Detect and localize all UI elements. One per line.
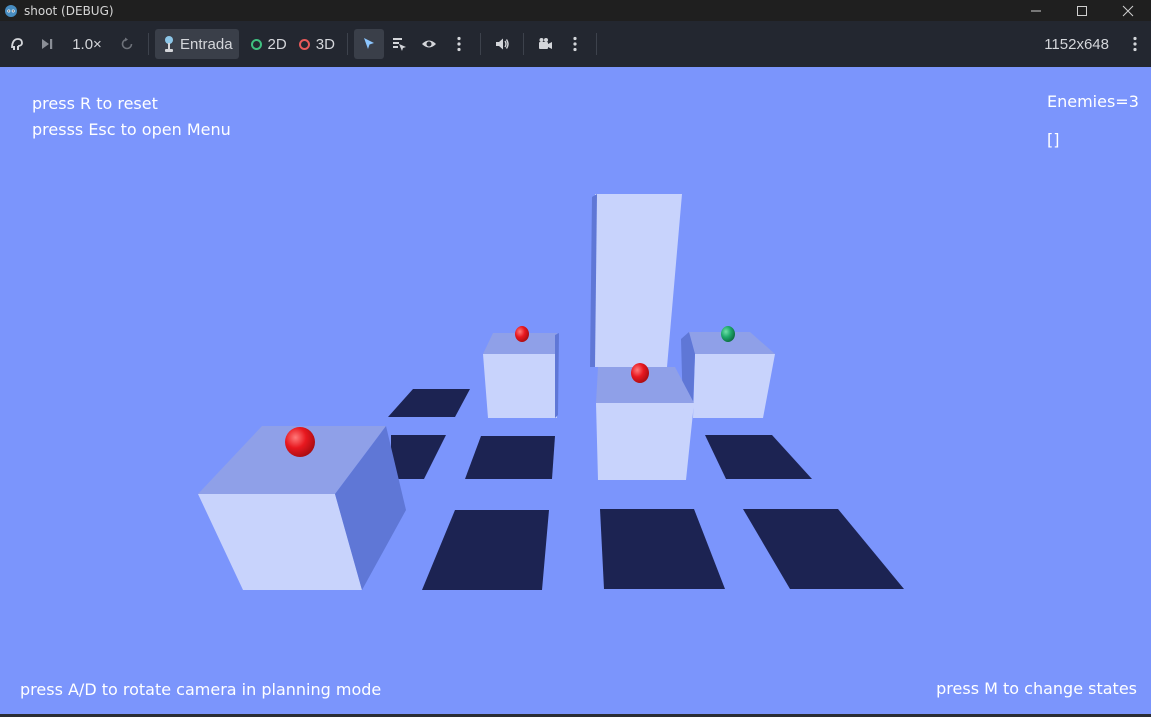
mute-button[interactable] — [487, 29, 517, 59]
more-options-button[interactable] — [444, 29, 474, 59]
toolbar-separator — [595, 33, 597, 55]
mode-3d-button[interactable]: 3D — [293, 29, 341, 59]
reset-speed-button[interactable] — [112, 29, 142, 59]
mode-2d-button[interactable]: 2D — [245, 29, 293, 59]
box-center — [596, 367, 694, 480]
enemy-sphere — [631, 363, 649, 383]
godot-icon — [5, 4, 17, 17]
resolution-readout: 1152x648 — [1044, 35, 1109, 53]
maximize-button[interactable] — [1059, 0, 1105, 21]
box-left-back — [483, 333, 559, 418]
camera-options-button[interactable] — [560, 29, 590, 59]
minimize-icon — [1031, 10, 1041, 11]
player-sphere — [721, 326, 735, 342]
input-joystick-icon — [165, 36, 173, 52]
game-toolbar: 1.0× Entrada 2D 3D 1152x648 — [0, 21, 1151, 67]
toolbar-separator — [522, 33, 524, 55]
select-mode-button[interactable] — [353, 29, 384, 59]
suspend-button[interactable] — [2, 29, 32, 59]
toolbar-separator — [346, 33, 348, 55]
enemy-sphere — [515, 326, 529, 342]
list-select-button[interactable] — [384, 29, 414, 59]
speed-selector[interactable]: 1.0× — [62, 29, 112, 59]
floor-tile — [422, 510, 549, 590]
visibility-button[interactable] — [414, 29, 444, 59]
enemy-sphere — [285, 427, 315, 457]
more-options-icon — [1133, 36, 1137, 52]
tall-pillar — [590, 194, 682, 367]
camera-override-icon — [538, 38, 552, 49]
camera-hint: press A/D to rotate camera in planning m… — [20, 680, 382, 699]
input-toggle-button[interactable]: Entrada — [155, 29, 239, 59]
camera-override-button[interactable] — [530, 29, 560, 59]
mode-3d-label: 3D — [315, 35, 335, 53]
toolbar-separator — [148, 33, 149, 55]
toolbar-separator — [479, 33, 481, 55]
game-viewport[interactable]: press R to reset presss Esc to open Menu… — [0, 67, 1151, 714]
more-options-icon — [573, 36, 577, 52]
next-frame-button[interactable] — [32, 29, 62, 59]
states-hint: press M to change states — [936, 679, 1137, 698]
next-frame-icon — [42, 39, 53, 49]
mode-2d-label: 2D — [267, 35, 287, 53]
reset-speed-icon — [121, 37, 133, 50]
menu-hint: presss Esc to open Menu — [32, 120, 231, 139]
floor-tile — [388, 389, 470, 417]
enemies-counter: Enemies=3 — [1047, 92, 1139, 111]
box-right-back — [681, 332, 775, 418]
window-title-bar: shoot (DEBUG) — [0, 0, 1151, 21]
minimize-button[interactable] — [1013, 0, 1059, 21]
list-select-icon — [392, 38, 406, 51]
pointer-select-icon — [363, 38, 374, 49]
embed-options-button[interactable] — [1125, 29, 1145, 59]
close-icon — [1122, 5, 1134, 16]
close-button[interactable] — [1105, 0, 1151, 21]
2d-node-icon — [250, 38, 262, 50]
window-title: shoot (DEBUG) — [24, 3, 114, 18]
state-list-readout: [] — [1047, 130, 1060, 149]
more-options-icon — [457, 36, 461, 52]
eye-visibility-icon — [421, 40, 436, 48]
3d-node-icon — [298, 38, 310, 50]
floor-tile — [705, 435, 812, 479]
game-scene — [198, 194, 904, 590]
maximize-icon — [1077, 5, 1087, 16]
input-toggle-label: Entrada — [180, 35, 233, 53]
floor-tile — [391, 435, 446, 479]
reset-hint: press R to reset — [32, 94, 158, 113]
floor-tile — [743, 509, 904, 589]
floor-tile — [465, 436, 555, 479]
pause-suspend-icon — [11, 38, 23, 50]
floor-tile — [600, 509, 725, 589]
speaker-icon — [495, 38, 509, 50]
